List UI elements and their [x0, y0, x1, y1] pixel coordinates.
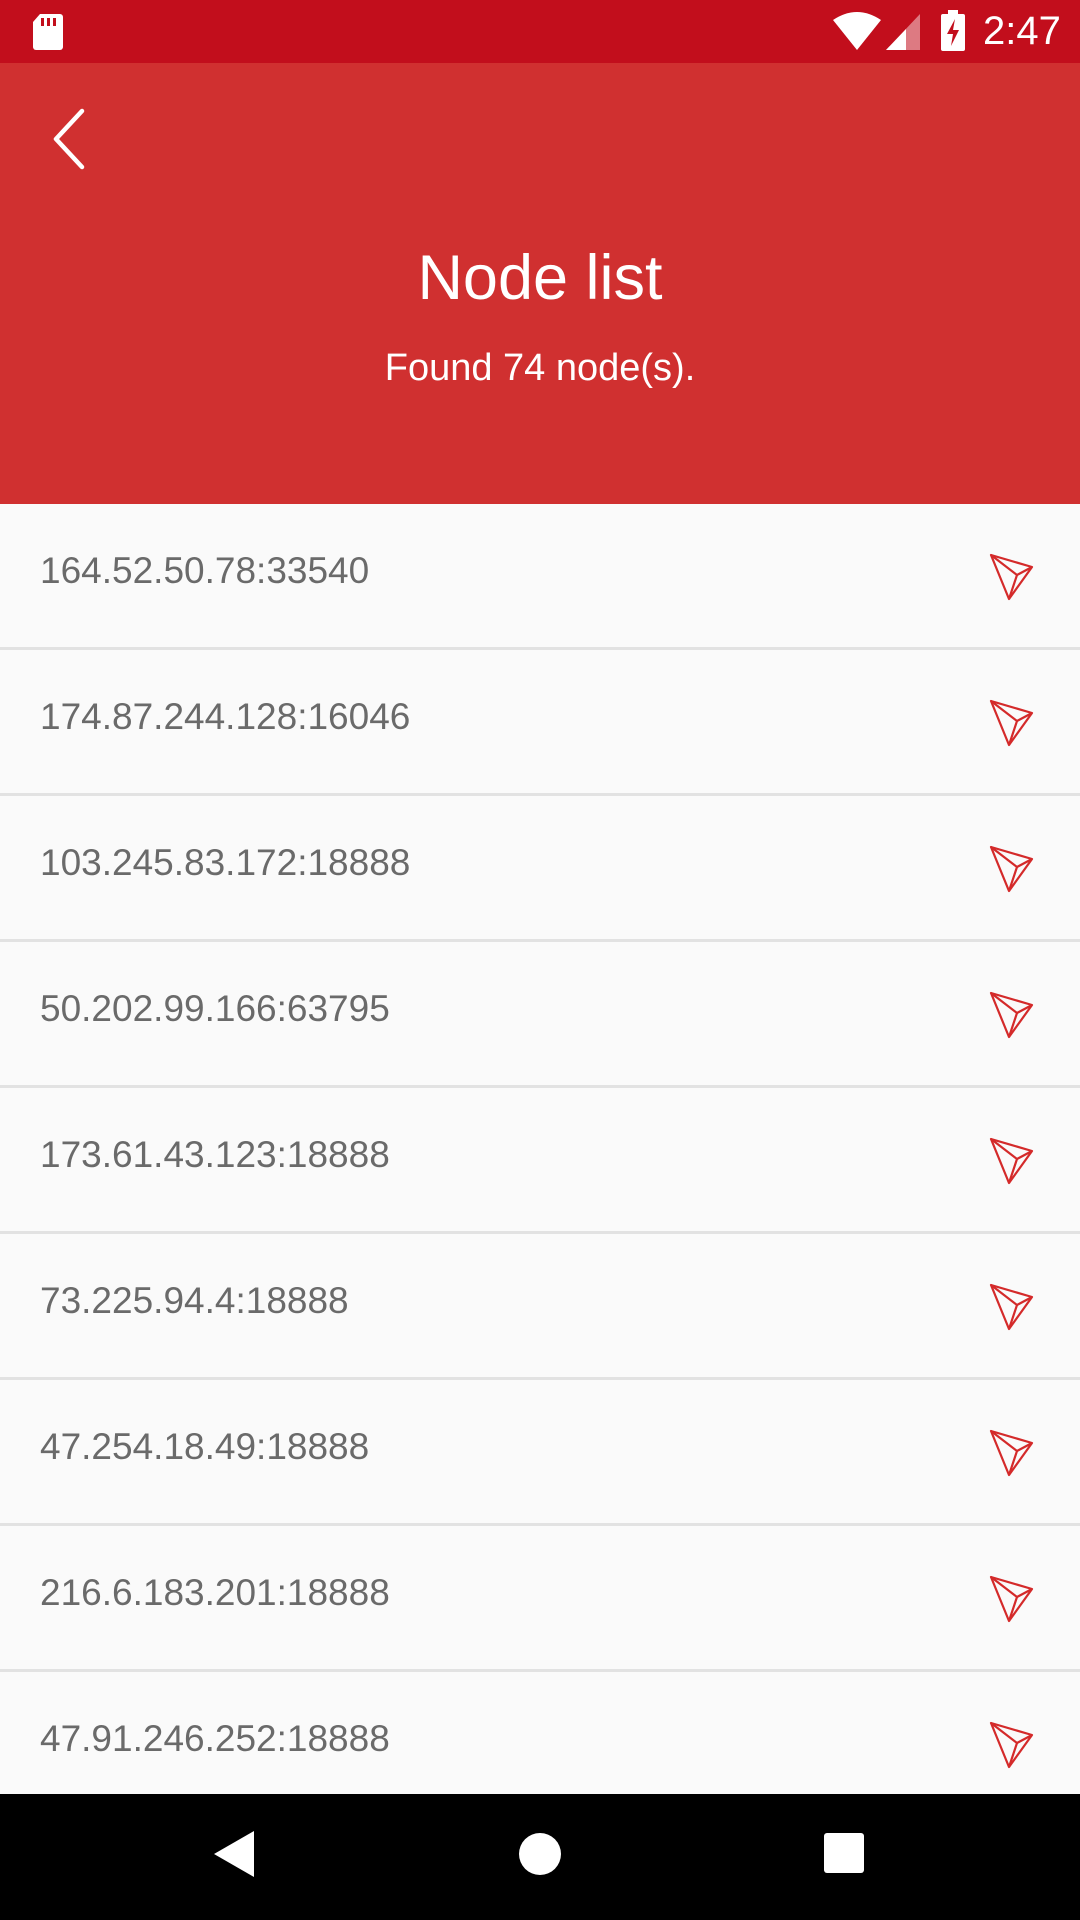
node-list-item[interactable]: 50.202.99.166:63795 — [0, 942, 1080, 1088]
tron-logo-icon[interactable] — [988, 698, 1034, 748]
node-count-subtitle: Found 74 node(s). — [384, 347, 696, 389]
node-address: 216.6.183.201:18888 — [40, 1572, 390, 1613]
cell-signal-icon — [886, 14, 920, 50]
tron-logo-icon[interactable] — [988, 1282, 1034, 1332]
node-address: 103.245.83.172:18888 — [40, 842, 411, 883]
node-address: 164.52.50.78:33540 — [40, 550, 370, 591]
tron-logo-icon[interactable] — [988, 844, 1034, 894]
node-address: 50.202.99.166:63795 — [40, 988, 390, 1029]
nav-recents-icon[interactable] — [823, 1832, 865, 1874]
status-bar: 2:47 — [0, 0, 1080, 63]
node-list-item[interactable]: 47.254.18.49:18888 — [0, 1380, 1080, 1526]
chevron-left-icon — [53, 108, 85, 170]
tron-logo-icon[interactable] — [988, 1136, 1034, 1186]
battery-charging-icon — [941, 10, 965, 51]
node-address: 173.61.43.123:18888 — [40, 1134, 390, 1175]
node-list-item[interactable]: 164.52.50.78:33540 — [0, 504, 1080, 650]
node-address: 47.254.18.49:18888 — [40, 1426, 370, 1467]
nav-home-icon[interactable] — [518, 1832, 562, 1876]
node-list-item[interactable]: 216.6.183.201:18888 — [0, 1526, 1080, 1672]
node-list-item[interactable]: 47.91.246.252:18888 — [0, 1672, 1080, 1794]
tron-logo-icon[interactable] — [988, 1574, 1034, 1624]
node-address: 47.91.246.252:18888 — [40, 1718, 390, 1759]
node-list-item[interactable]: 174.87.244.128:16046 — [0, 650, 1080, 796]
node-list: 164.52.50.78:33540 174.87.244.128:16046 … — [0, 504, 1080, 1794]
tron-logo-icon[interactable] — [988, 990, 1034, 1040]
node-address: 73.225.94.4:18888 — [40, 1280, 349, 1321]
node-list-item[interactable]: 103.245.83.172:18888 — [0, 796, 1080, 942]
node-list-item[interactable]: 73.225.94.4:18888 — [0, 1234, 1080, 1380]
page-title: Node list — [417, 243, 663, 313]
back-button[interactable] — [36, 99, 102, 179]
app-header: Node list Found 74 node(s). — [0, 63, 1080, 504]
wifi-icon — [833, 12, 881, 50]
status-time: 2:47 — [983, 9, 1061, 53]
node-list-item[interactable]: 173.61.43.123:18888 — [0, 1088, 1080, 1234]
tron-logo-icon[interactable] — [988, 552, 1034, 602]
sd-card-icon — [33, 14, 63, 50]
tron-logo-icon[interactable] — [988, 1720, 1034, 1770]
tron-logo-icon[interactable] — [988, 1428, 1034, 1478]
navigation-bar — [0, 1794, 1080, 1920]
node-address: 174.87.244.128:16046 — [40, 696, 411, 737]
nav-back-icon[interactable] — [212, 1829, 256, 1879]
